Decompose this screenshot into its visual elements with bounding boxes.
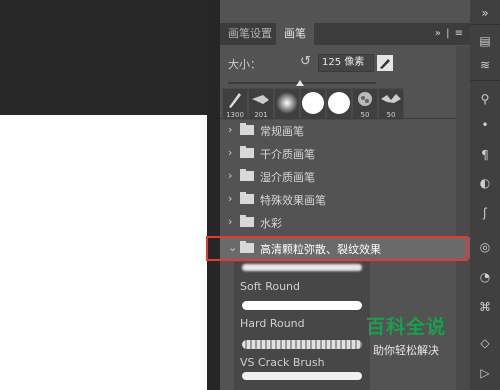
watermark-logo: 百科全说 助你轻松解决	[350, 312, 462, 366]
texture-brush-icon	[358, 92, 372, 106]
clone-source-icon[interactable]: ⚲	[478, 92, 492, 106]
folder-icon	[240, 192, 254, 204]
preset-brush[interactable]: 1300	[222, 88, 248, 120]
brush-settings-icon[interactable]	[376, 54, 394, 72]
folder-row[interactable]: › 水彩	[220, 211, 470, 233]
tab-brush-settings[interactable]: 画笔设置	[220, 23, 280, 45]
preset-brush[interactable]: 50	[352, 88, 378, 120]
adjustments-icon[interactable]: ◎	[478, 240, 492, 254]
folder-icon	[240, 215, 254, 227]
folder-row[interactable]: › 特殊效果画笔	[220, 188, 470, 210]
brush-name: Soft Round	[240, 280, 301, 293]
brush-stroke-icon	[252, 95, 269, 104]
right-toolbar: » ▤ ≋ ⚲ • ¶ ◐ ʃ ◎ ◔ ⌘ ◇ ▷	[470, 0, 500, 390]
brush-panel-icon[interactable]: ≋	[478, 58, 492, 72]
folder-label: 湿介质画笔	[260, 171, 315, 184]
brush-stroke-icon	[229, 93, 241, 108]
brush-stroke-preview	[242, 372, 362, 380]
crack-brush-icon	[381, 94, 401, 103]
preset-brush[interactable]: 201	[248, 88, 274, 120]
character-icon[interactable]: ◐	[478, 176, 492, 190]
folder-icon	[240, 146, 254, 158]
folder-icon	[240, 123, 254, 135]
brush-presets: 1300 201 50 50	[222, 88, 408, 120]
brush-item[interactable]: Soft Round	[236, 264, 386, 294]
chevron-right-icon[interactable]: ›	[228, 192, 232, 205]
reset-icon[interactable]: ↺	[300, 55, 314, 69]
brush-item[interactable]	[236, 370, 386, 390]
hard-round-icon	[302, 92, 324, 114]
watermark-subtitle: 助你轻松解决	[373, 344, 439, 357]
brush-stroke-preview	[242, 340, 362, 349]
size-input[interactable]: 125 像素	[318, 54, 374, 72]
chevron-right-icon[interactable]: ›	[228, 215, 232, 228]
size-label: 大小：	[228, 58, 261, 71]
preset-brush[interactable]	[274, 88, 300, 120]
folder-label: 干介质画笔	[260, 148, 315, 161]
folder-row[interactable]: › 常规画笔	[220, 119, 470, 141]
preset-brush[interactable]	[300, 88, 326, 120]
divider	[470, 80, 500, 81]
actions-icon[interactable]: •	[478, 118, 492, 132]
chevron-right-icon[interactable]: ›	[228, 169, 232, 182]
play-icon[interactable]: ▷	[478, 366, 492, 380]
divider	[470, 24, 500, 25]
brush-name: VS Crack Brush	[240, 356, 325, 369]
selection-highlight-box	[206, 236, 468, 261]
layers-icon[interactable]: ◇	[478, 336, 492, 350]
brush-name: Hard Round	[240, 317, 305, 330]
watermark-title: 百科全说	[365, 316, 446, 338]
folder-label: 特殊效果画笔	[260, 194, 326, 207]
folder-row[interactable]: › 干介质画笔	[220, 142, 470, 164]
brush-stroke-preview	[242, 264, 362, 271]
hard-round-icon	[328, 92, 350, 114]
collapse-icon[interactable]: »	[478, 6, 492, 20]
panel-menu-icon[interactable]: » | ≡	[435, 23, 464, 45]
panel-tabbar: 画笔设置 画笔 » | ≡	[220, 23, 470, 45]
tab-brushes[interactable]: 画笔	[276, 23, 314, 45]
styles-icon[interactable]: ⌘	[478, 300, 492, 314]
folder-icon	[240, 169, 254, 181]
size-slider-thumb[interactable]	[296, 80, 304, 86]
paths-icon[interactable]: ʃ	[478, 206, 492, 220]
preset-brush[interactable]	[326, 88, 352, 120]
folder-label: 水彩	[260, 217, 282, 230]
document-canvas[interactable]	[0, 115, 207, 390]
soft-round-icon	[276, 92, 298, 114]
brush-settings-icon[interactable]: ▤	[478, 34, 492, 48]
chevron-right-icon[interactable]: ›	[228, 146, 232, 159]
paragraph-icon[interactable]: ¶	[478, 148, 492, 162]
chevron-right-icon[interactable]: ›	[228, 123, 232, 136]
brush-stroke-preview	[242, 301, 362, 310]
size-row: 大小： ↺ 125 像素	[220, 52, 470, 76]
swatches-icon[interactable]: ◔	[478, 270, 492, 284]
preset-brush[interactable]: 50	[378, 88, 404, 120]
folder-row[interactable]: › 湿介质画笔	[220, 165, 470, 187]
canvas-edge	[207, 0, 220, 390]
folder-label: 常规画笔	[260, 125, 304, 138]
